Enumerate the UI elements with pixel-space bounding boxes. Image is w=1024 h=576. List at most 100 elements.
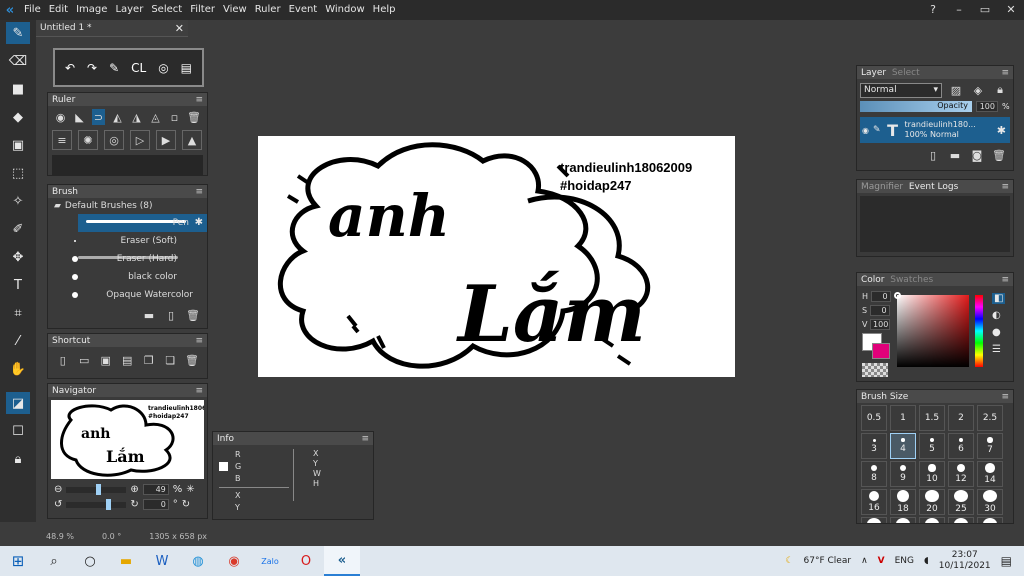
h-value[interactable]: 0	[870, 291, 891, 302]
menu-filter[interactable]: Filter	[186, 0, 219, 20]
clear-icon[interactable]: CL	[131, 61, 146, 75]
straight-ruler-icon[interactable]: ◣	[73, 109, 86, 125]
panel-menu-icon[interactable]: ≡	[1001, 182, 1009, 192]
brush-size-option[interactable]: 60	[977, 517, 1003, 523]
vanishing-2-icon[interactable]: ▶	[156, 130, 176, 150]
reset-rotation-icon[interactable]: ↻	[182, 499, 190, 510]
crop-tool-icon[interactable]: ⌗	[6, 302, 30, 324]
vanishing-3-icon[interactable]: ▲	[182, 130, 202, 150]
menu-help[interactable]: Help	[369, 0, 400, 20]
brush-size-option[interactable]: 4	[890, 433, 916, 459]
new-file-icon[interactable]: ▯	[56, 352, 70, 368]
perspective-icon[interactable]: ◭	[111, 109, 124, 125]
perspective-2-icon[interactable]: ◮	[130, 109, 143, 125]
brush-item-black-color[interactable]: black color	[48, 268, 207, 286]
rotation-slider[interactable]	[66, 498, 127, 510]
opacity-value[interactable]: 100	[976, 101, 998, 112]
panel-menu-icon[interactable]: ≡	[195, 386, 203, 396]
notifications-icon[interactable]: ▤	[1001, 554, 1012, 568]
paste-icon[interactable]: ❏	[164, 352, 178, 368]
brush-size-option[interactable]: 8	[861, 461, 887, 487]
antivirus-icon[interactable]: V	[878, 556, 885, 566]
color-menu-icon[interactable]: ☰	[992, 344, 1005, 355]
brush-size-option[interactable]: 18	[890, 489, 916, 515]
new-ruler-icon[interactable]: ▫	[168, 109, 181, 125]
brush-size-option[interactable]: 35	[861, 517, 887, 523]
brush-size-option[interactable]: 20	[919, 489, 945, 515]
drawing-canvas[interactable]: anh Lắm trandieulinh18062009 #hoidap247	[258, 136, 735, 377]
delete-layer-icon[interactable]: 🗑︎	[991, 147, 1007, 163]
hue-slider[interactable]	[975, 295, 983, 367]
lock-icon[interactable]: 🔒︎	[992, 82, 1008, 98]
target-icon[interactable]: ◎	[158, 61, 168, 75]
open-folder-icon[interactable]: ▭	[78, 352, 92, 368]
brush-size-option[interactable]: 50	[948, 517, 974, 523]
rotate-left-icon[interactable]: ↺	[54, 499, 62, 510]
brush-size-option[interactable]: 10	[919, 461, 945, 487]
zoom-slider[interactable]	[66, 483, 127, 495]
panel-menu-icon[interactable]: ≡	[195, 187, 203, 197]
folder-icon[interactable]: ▬	[947, 147, 963, 163]
clock[interactable]: 23:07 10/11/2021	[939, 550, 991, 572]
rectangle-tool-icon[interactable]: ■	[6, 78, 30, 100]
panel-menu-icon[interactable]: ≡	[361, 434, 369, 444]
panel-menu-icon[interactable]: ≡	[1001, 275, 1009, 285]
color-wheel-icon[interactable]: ◐	[992, 310, 1005, 321]
menu-view[interactable]: View	[219, 0, 251, 20]
tab-select[interactable]: Select	[892, 68, 920, 78]
picker-handle[interactable]	[894, 292, 901, 299]
word-icon[interactable]: W	[144, 546, 180, 576]
save-as-icon[interactable]: ▤	[121, 352, 135, 368]
medibang-icon[interactable]: «	[324, 546, 360, 576]
mask-icon[interactable]: ◙	[969, 147, 985, 163]
vanishing-1-icon[interactable]: ▷	[130, 130, 150, 150]
zoom-value[interactable]: 49	[142, 484, 169, 495]
tab-layer[interactable]: Layer	[861, 68, 886, 78]
brush-size-option[interactable]: 25	[948, 489, 974, 515]
blend-mode-select[interactable]: Normal ▾	[860, 82, 942, 98]
search-icon[interactable]: ⌕	[36, 546, 72, 576]
tab-magnifier[interactable]: Magnifier	[861, 182, 903, 192]
brush-size-option[interactable]: 1.5	[919, 405, 945, 431]
weather-text[interactable]: 67°F Clear	[804, 556, 852, 566]
zalo-icon[interactable]: Zalo	[252, 546, 288, 576]
task-view-icon[interactable]: ○	[72, 546, 108, 576]
panel-menu-icon[interactable]: ≡	[1001, 68, 1009, 78]
new-brush-icon[interactable]: ▯	[163, 307, 179, 323]
fit-icon[interactable]: ✳	[186, 484, 194, 495]
hand-tool-icon[interactable]: ✋	[6, 358, 30, 380]
menu-ruler[interactable]: Ruler	[251, 0, 285, 20]
minimize-button[interactable]: –	[946, 0, 972, 20]
brush-size-option[interactable]: 2.5	[977, 405, 1003, 431]
windows-start-icon[interactable]: ⊞	[0, 546, 36, 576]
window-icon[interactable]: ▤	[181, 61, 192, 75]
brush-size-option[interactable]: 2	[948, 405, 974, 431]
menu-event[interactable]: Event	[285, 0, 322, 20]
volume-icon[interactable]: ◖	[924, 556, 929, 566]
brush-size-option[interactable]: 0.5	[861, 405, 887, 431]
edge-icon[interactable]: ◍	[180, 546, 216, 576]
brush-size-option[interactable]: 5	[919, 433, 945, 459]
curve-ruler-icon[interactable]: ⊃	[92, 109, 105, 125]
menu-select[interactable]: Select	[147, 0, 186, 20]
brush-size-option[interactable]: 14	[977, 461, 1003, 487]
magic-wand-icon[interactable]: ✧	[6, 190, 30, 212]
select-tool-icon[interactable]: ⬚	[6, 162, 30, 184]
menu-window[interactable]: Window	[321, 0, 368, 20]
menu-image[interactable]: Image	[72, 0, 111, 20]
folder-icon[interactable]: ▬	[141, 307, 157, 323]
menu-layer[interactable]: Layer	[111, 0, 147, 20]
eye-icon[interactable]: ◉	[54, 109, 67, 125]
zoom-in-icon[interactable]: ⊕	[130, 484, 138, 495]
tab-color[interactable]: Color	[861, 275, 885, 285]
new-layer-icon[interactable]: ▯	[925, 147, 941, 163]
brush-size-option[interactable]: 7	[977, 433, 1003, 459]
perspective-3-icon[interactable]: ◬	[149, 109, 162, 125]
text-tool-icon[interactable]: T	[6, 274, 30, 296]
opacity-slider[interactable]: Opacity	[860, 101, 972, 112]
copy-icon[interactable]: ❐	[142, 352, 156, 368]
layer-row[interactable]: ◉ ✎ T trandieulinh180... 100% Normal ✱	[860, 117, 1010, 143]
v-value[interactable]: 100	[870, 319, 891, 330]
brush-size-option[interactable]: 45	[919, 517, 945, 523]
gradient-tool-icon[interactable]: ▣	[6, 134, 30, 156]
